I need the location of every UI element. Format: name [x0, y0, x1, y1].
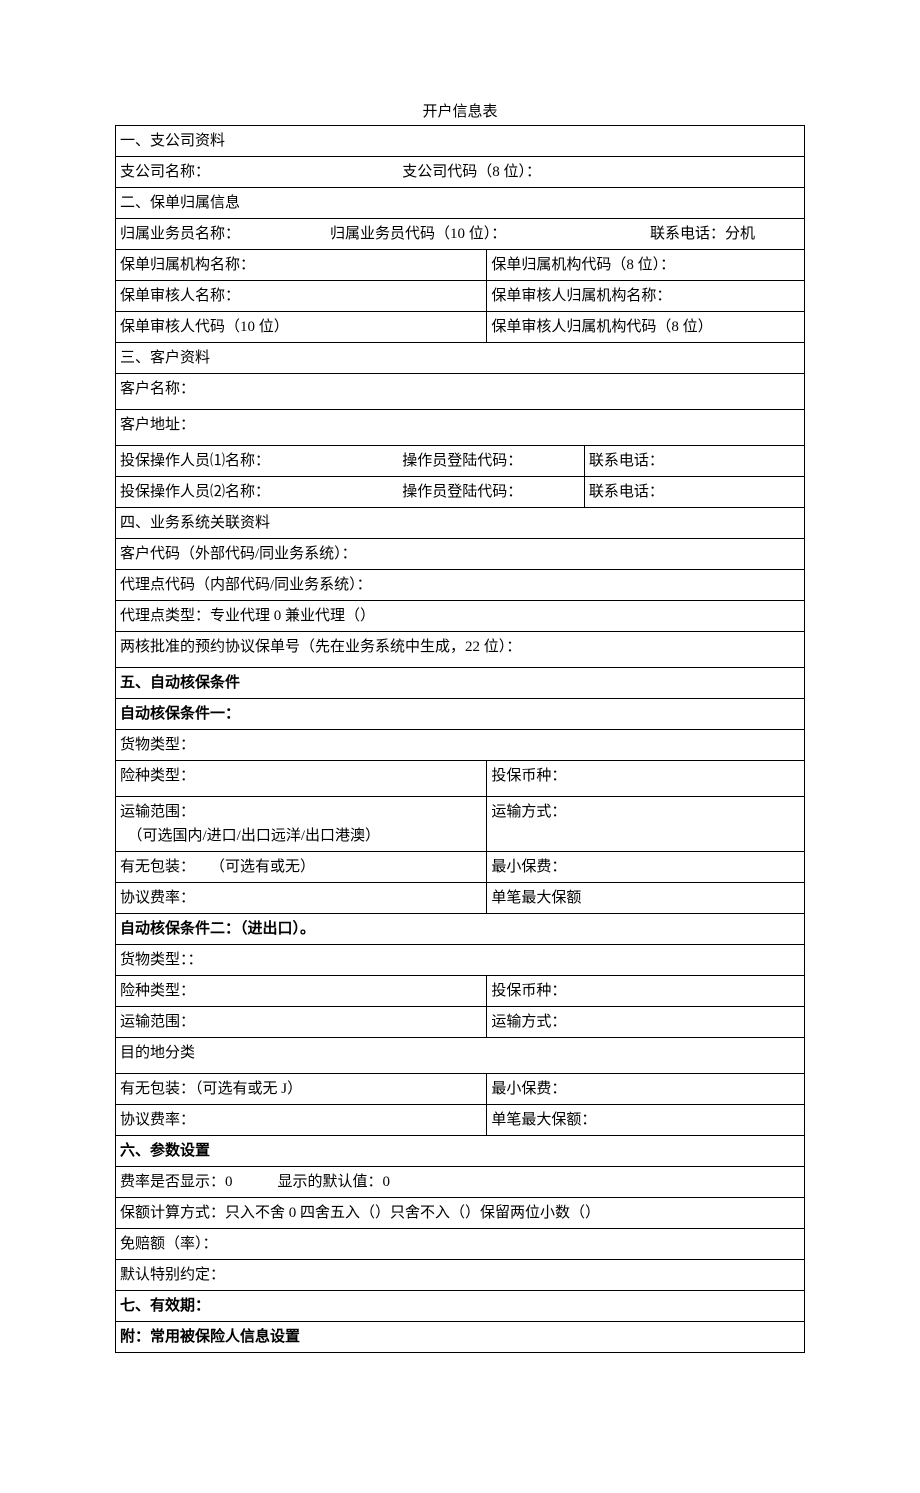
- c1-method-label: 运输方式：: [487, 797, 805, 852]
- agent-type-label: 代理点类型：专业代理 0 兼业代理（）: [116, 601, 805, 632]
- policy-org-code-label: 保单归属机构代码（8 位）：: [487, 250, 805, 281]
- c2-rate-label: 协议费率：: [116, 1105, 487, 1136]
- reviewer-org-name-label: 保单审核人归属机构名称：: [487, 281, 805, 312]
- section-3-heading: 三、客户资料: [116, 343, 805, 374]
- deductible-label: 免赔额（率）：: [116, 1229, 805, 1260]
- customer-code-label: 客户代码（外部代码/同业务系统）：: [116, 539, 805, 570]
- c2-packaging-label: 有无包装：（可选有或无 J）: [116, 1074, 487, 1105]
- customer-address-label: 客户地址：: [116, 410, 805, 446]
- owner-row: 归属业务员名称： 归属业务员代码（10 位）： 联系电话：分机: [116, 219, 805, 250]
- appendix-heading: 附：常用被保险人信息设置: [116, 1322, 805, 1353]
- c2-minfee-label: 最小保费：: [487, 1074, 805, 1105]
- section-2-heading: 二、保单归属信息: [116, 188, 805, 219]
- operator2-name-label: 投保操作人员⑵名称：: [116, 477, 399, 508]
- c2-insurance-type-label: 险种类型：: [116, 976, 487, 1007]
- c2-currency-label: 投保币种：: [487, 976, 805, 1007]
- condition-1-heading: 自动核保条件一：: [116, 699, 805, 730]
- policy-number-label: 两核批准的预约协议保单号（先在业务系统中生成，22 位）：: [116, 632, 805, 668]
- section-5-heading: 五、自动核保条件: [116, 668, 805, 699]
- form-table: 一、支公司资料 支公司名称： 支公司代码（8 位）： 二、保单归属信息 归属业务…: [115, 125, 805, 1353]
- c1-rate-label: 协议费率：: [116, 883, 487, 914]
- reviewer-name-label: 保单审核人名称：: [116, 281, 487, 312]
- c1-max-label: 单笔最大保额: [487, 883, 805, 914]
- c2-max-label: 单笔最大保额：: [487, 1105, 805, 1136]
- c1-packaging-label: 有无包装： （可选有或无）: [116, 852, 487, 883]
- c2-scope-label: 运输范围：: [116, 1007, 487, 1038]
- section-6-heading: 六、参数设置: [116, 1136, 805, 1167]
- calc-method-label: 保额计算方式：只入不舍 0 四舍五入（）只舍不入（）保留两位小数（）: [116, 1198, 805, 1229]
- branch-code-label: 支公司代码（8 位）：: [398, 157, 804, 188]
- special-agreement-label: 默认特别约定：: [116, 1260, 805, 1291]
- c1-currency-label: 投保币种：: [487, 761, 805, 797]
- owner-phone-label: 联系电话：分机: [650, 222, 755, 246]
- rate-display-label: 费率是否显示：0 显示的默认值：0: [116, 1167, 805, 1198]
- customer-name-label: 客户名称：: [116, 374, 805, 410]
- c2-cargo-type-label: 货物类型：：: [116, 945, 805, 976]
- section-1-heading: 一、支公司资料: [116, 126, 805, 157]
- agent-code-label: 代理点代码（内部代码/同业务系统）：: [116, 570, 805, 601]
- owner-name-label: 归属业务员名称：: [120, 222, 330, 246]
- c1-minfee-label: 最小保费：: [487, 852, 805, 883]
- c2-destination-label: 目的地分类: [116, 1038, 805, 1074]
- section-4-heading: 四、业务系统关联资料: [116, 508, 805, 539]
- reviewer-org-code-label: 保单审核人归属机构代码（8 位）: [487, 312, 805, 343]
- condition-2-heading: 自动核保条件二：（进出口）。: [116, 914, 805, 945]
- operator2-phone-label: 联系电话：: [584, 477, 804, 508]
- section-7-heading: 七、有效期：: [116, 1291, 805, 1322]
- c1-insurance-type-label: 险种类型：: [116, 761, 487, 797]
- operator1-name-label: 投保操作人员⑴名称：: [116, 446, 399, 477]
- page-title: 开户信息表: [115, 100, 805, 121]
- operator1-code-label: 操作员登陆代码：: [398, 446, 584, 477]
- c1-scope-label: 运输范围： （可选国内/进口/出口远洋/出口港澳）: [116, 797, 487, 852]
- branch-name-label: 支公司名称：: [116, 157, 399, 188]
- c2-method-label: 运输方式：: [487, 1007, 805, 1038]
- operator1-phone-label: 联系电话：: [584, 446, 804, 477]
- owner-code-label: 归属业务员代码（10 位）：: [330, 222, 650, 246]
- operator2-code-label: 操作员登陆代码：: [398, 477, 584, 508]
- reviewer-code-label: 保单审核人代码（10 位）: [116, 312, 487, 343]
- policy-org-name-label: 保单归属机构名称：: [116, 250, 487, 281]
- c1-cargo-type-label: 货物类型：: [116, 730, 805, 761]
